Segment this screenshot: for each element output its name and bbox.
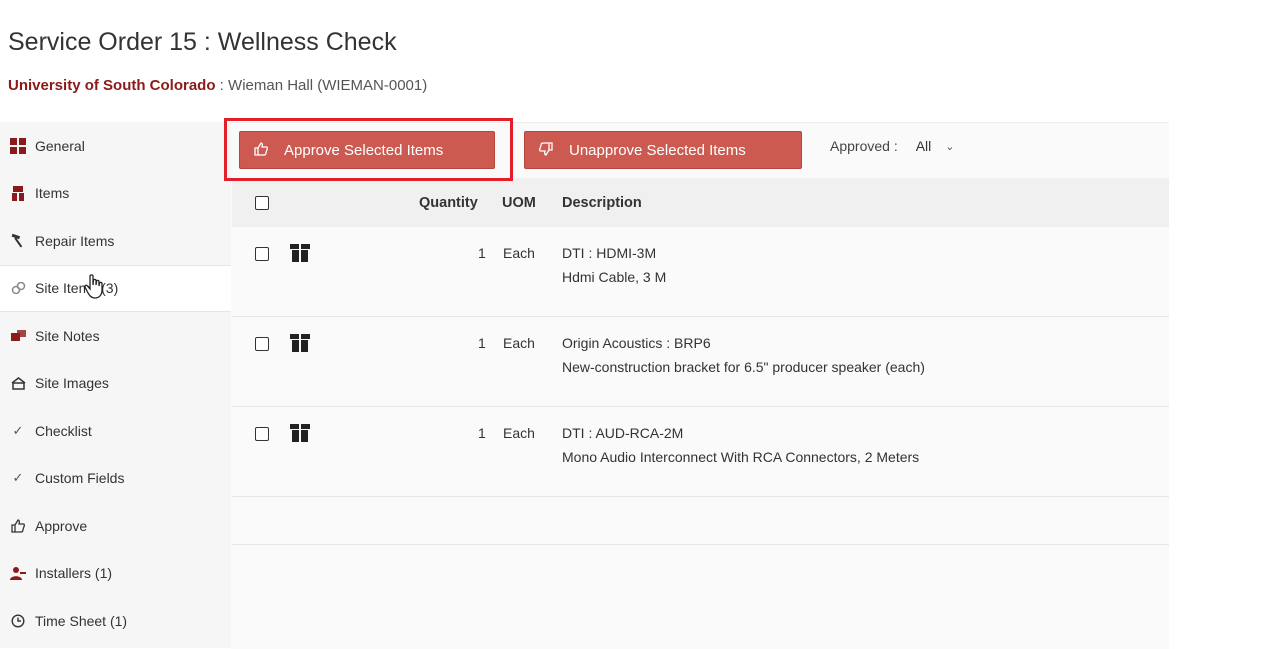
sidebar-item-site-notes[interactable]: Site Notes (0, 312, 231, 360)
organization-link[interactable]: University of South Colorado (8, 77, 216, 94)
highlight-annotation-box (224, 118, 513, 181)
sidebar-item-general[interactable]: General (0, 122, 231, 170)
page-subtitle: University of South Colorado : Wieman Ha… (8, 77, 427, 94)
row-uom: Each (503, 245, 535, 261)
table-header: Quantity UOM Description (232, 178, 1169, 227)
column-header-quantity: Quantity (419, 195, 478, 211)
row-description: Mono Audio Interconnect With RCA Connect… (562, 449, 920, 465)
sidebar-item-label: Time Sheet (1) (35, 612, 128, 629)
row-item-name: DTI : HDMI-3M (562, 245, 657, 261)
row-item-name: Origin Acoustics : BRP6 (562, 335, 711, 351)
row-uom: Each (503, 335, 535, 351)
sidebar-item-installers[interactable]: Installers (1) (0, 550, 231, 598)
clock-icon (9, 614, 27, 628)
approved-filter-label: Approved : (830, 138, 898, 154)
site-items-panel: Approve Selected Items Unapprove Selecte… (231, 122, 1169, 649)
package-icon (290, 424, 310, 445)
empty-table-row (232, 496, 1169, 545)
page-title: Service Order 15 : Wellness Check (8, 28, 397, 56)
thumbs-up-icon (9, 519, 27, 533)
sidebar-item-label: Site Images (35, 375, 109, 392)
package-icon (290, 334, 310, 355)
check-icon: ✓ (12, 470, 24, 486)
package-icon (290, 244, 310, 265)
thumbs-down-icon (539, 141, 553, 159)
row-item-name: DTI : AUD-RCA-2M (562, 425, 684, 441)
unapprove-selected-button[interactable]: Unapprove Selected Items (524, 131, 802, 169)
sidebar-item-site-images[interactable]: Site Images (0, 360, 231, 408)
box-icon (9, 185, 27, 202)
table-row[interactable]: 1 Each DTI : HDMI-3M Hdmi Cable, 3 M (232, 227, 1169, 317)
sidebar-item-site-items[interactable]: Site Items (3) (0, 264, 231, 312)
sidebar-item-label: Approve (35, 517, 88, 534)
row-quantity: 1 (478, 425, 486, 441)
hand-cursor-icon (84, 274, 106, 305)
sidebar-item-label: Checklist (35, 422, 92, 439)
row-quantity: 1 (478, 245, 486, 261)
site-name: Wieman Hall (WIEMAN-0001) (228, 77, 428, 94)
row-checkbox[interactable] (255, 427, 269, 441)
sidebar-nav: General Items Repair Items Site Items (3… (0, 122, 231, 648)
sidebar-item-label: Site Notes (35, 327, 100, 344)
row-description: Hdmi Cable, 3 M (562, 269, 667, 285)
approved-filter: Approved : All ⌄ (830, 138, 955, 154)
sidebar-item-checklist[interactable]: ✓ Checklist (0, 407, 231, 455)
approved-filter-select[interactable]: All (916, 138, 932, 154)
note-icon (9, 329, 27, 342)
table-row[interactable]: 1 Each DTI : AUD-RCA-2M Mono Audio Inter… (232, 407, 1169, 497)
sidebar-item-label: General (35, 137, 85, 154)
sidebar-item-label: Repair Items (35, 232, 115, 249)
subtitle-separator: : (215, 77, 229, 94)
sidebar-item-label: Installers (1) (35, 565, 113, 582)
link-icon (9, 282, 27, 295)
sidebar-item-approve[interactable]: Approve (0, 502, 231, 550)
sidebar-item-label: Custom Fields (35, 470, 125, 487)
row-checkbox[interactable] (255, 337, 269, 351)
check-icon: ✓ (12, 422, 24, 438)
column-header-uom: UOM (502, 195, 536, 211)
sidebar-item-items[interactable]: Items (0, 170, 231, 218)
installer-icon (9, 566, 27, 581)
sidebar-item-label: Items (35, 185, 70, 202)
image-icon (9, 376, 27, 390)
row-uom: Each (503, 425, 535, 441)
column-header-description: Description (562, 195, 642, 211)
row-quantity: 1 (478, 335, 486, 351)
row-description: New-construction bracket for 6.5" produc… (562, 359, 925, 375)
select-all-checkbox[interactable] (255, 196, 269, 210)
sidebar-item-time-sheet[interactable]: Time Sheet (1) (0, 597, 231, 645)
table-row[interactable]: 1 Each Origin Acoustics : BRP6 New-const… (232, 317, 1169, 407)
sidebar-item-custom-fields[interactable]: ✓ Custom Fields (0, 455, 231, 503)
unapprove-selected-label: Unapprove Selected Items (569, 141, 746, 159)
sidebar-item-repair-items[interactable]: Repair Items (0, 217, 231, 265)
row-checkbox[interactable] (255, 247, 269, 261)
grid-icon (9, 137, 27, 154)
chevron-down-icon[interactable]: ⌄ (945, 140, 954, 153)
hammer-icon (9, 233, 27, 248)
